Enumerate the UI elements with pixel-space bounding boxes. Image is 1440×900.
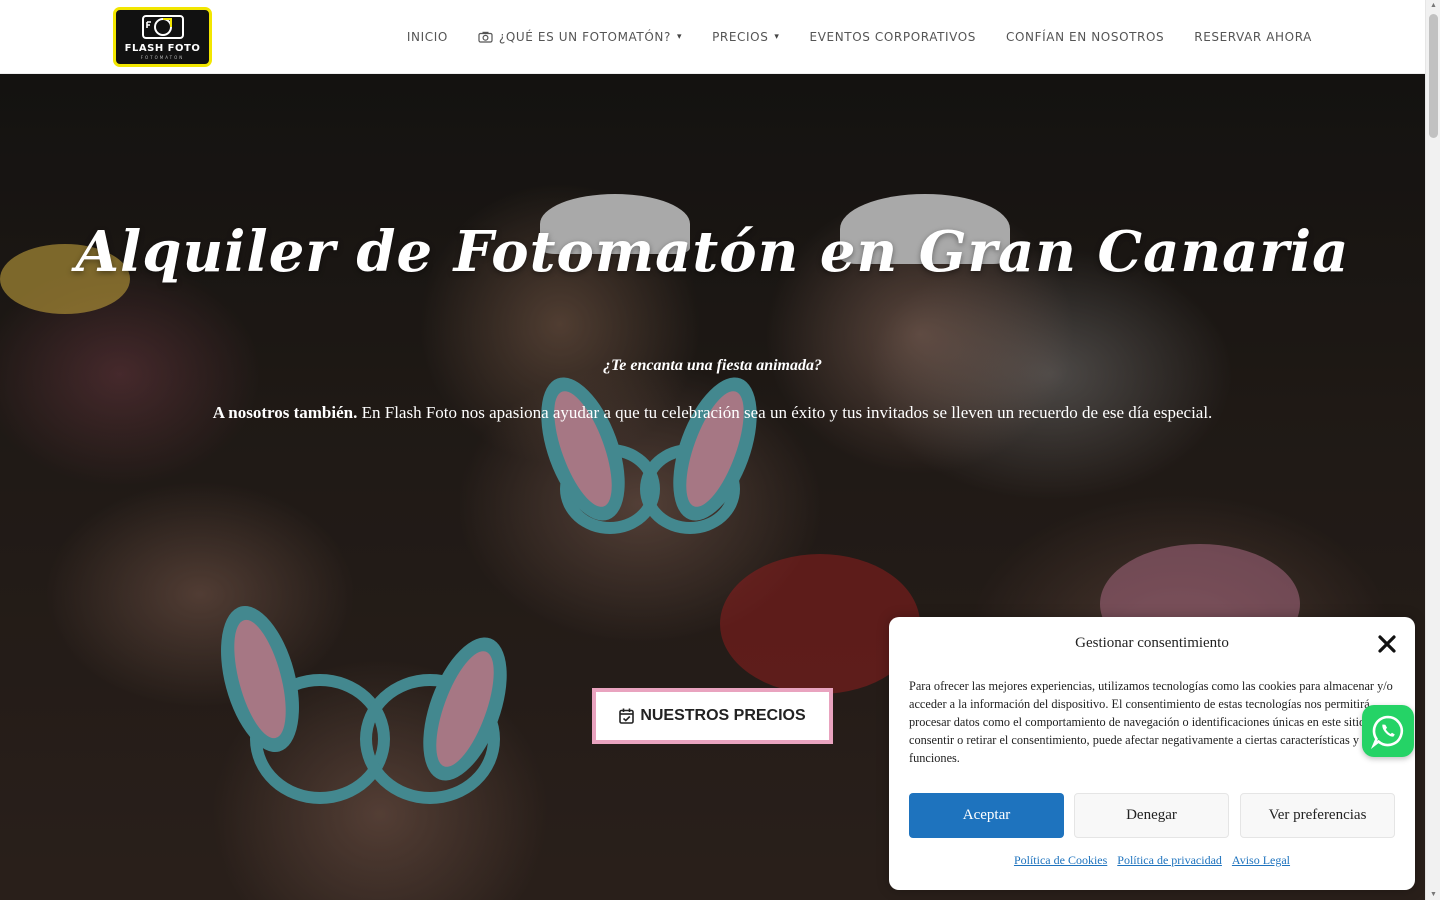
nav-label: ¿QUÉ ES UN FOTOMATÓN? xyxy=(498,30,671,44)
cookie-consent-dialog: Gestionar consentimiento Para ofrecer la… xyxy=(889,617,1415,890)
nav-item-eventos[interactable]: EVENTOS CORPORATIVOS xyxy=(810,30,976,44)
scrollbar-thumb[interactable] xyxy=(1429,14,1438,138)
legal-notice-link[interactable]: Aviso Legal xyxy=(1232,853,1290,868)
accept-button[interactable]: Aceptar xyxy=(909,793,1064,838)
camera-icon xyxy=(478,31,493,43)
whatsapp-icon xyxy=(1370,715,1404,749)
cookie-policy-link[interactable]: Política de Cookies xyxy=(1014,853,1107,868)
nav-label: PRECIOS xyxy=(712,30,769,44)
camera-logo-icon xyxy=(141,15,184,39)
main-nav: INICIO ¿QUÉ ES UN FOTOMATÓN? ▾ PRECIOS ▾… xyxy=(377,0,1312,74)
nav-item-confian[interactable]: CONFÍAN EN NOSOTROS xyxy=(1006,30,1164,44)
logo-subtext: FOTOMATON xyxy=(140,55,185,60)
calendar-check-icon xyxy=(619,708,635,724)
hero-intro-bold: A nosotros también. xyxy=(212,403,358,422)
view-preferences-button[interactable]: Ver preferencias xyxy=(1240,793,1395,838)
page-scrollbar[interactable]: ▲ ▼ xyxy=(1425,0,1440,900)
nav-item-que-es[interactable]: ¿QUÉ ES UN FOTOMATÓN? ▾ xyxy=(478,30,682,44)
logo-text: FLASH FOTO xyxy=(124,43,201,54)
nav-item-inicio[interactable]: INICIO xyxy=(407,30,448,44)
nav-label: CONFÍAN EN NOSOTROS xyxy=(1006,30,1165,44)
nav-item-precios[interactable]: PRECIOS ▾ xyxy=(712,30,779,44)
hero-title: Alquiler de Fotomatón en Gran Canaria xyxy=(75,219,1350,285)
chevron-down-icon: ▾ xyxy=(676,32,683,42)
consent-links: Política de Cookies Política de privacid… xyxy=(889,853,1415,868)
chevron-down-icon: ▾ xyxy=(774,32,780,42)
consent-title: Gestionar consentimiento xyxy=(1075,635,1229,651)
cta-label: NUESTROS PRECIOS xyxy=(640,707,806,724)
site-logo[interactable]: FLASH FOTO FOTOMATON xyxy=(113,7,212,67)
site-header: FLASH FOTO FOTOMATON INICIO ¿QUÉ ES UN F… xyxy=(0,0,1425,74)
hero-intro: A nosotros también. En Flash Foto nos ap… xyxy=(0,403,1425,423)
scroll-down-arrow-icon[interactable]: ▼ xyxy=(1429,891,1438,898)
whatsapp-button[interactable] xyxy=(1362,705,1414,757)
nav-label: EVENTOS CORPORATIVOS xyxy=(809,30,977,44)
nav-label: INICIO xyxy=(406,30,448,44)
nav-label: RESERVAR AHORA xyxy=(1194,30,1312,44)
hero-intro-rest: En Flash Foto nos apasiona ayudar a que … xyxy=(357,403,1213,422)
consent-body: Para ofrecer las mejores experiencias, u… xyxy=(909,679,1393,765)
scroll-up-arrow-icon[interactable]: ▲ xyxy=(1429,2,1438,9)
close-icon[interactable] xyxy=(1377,634,1397,654)
privacy-policy-link[interactable]: Política de privacidad xyxy=(1117,853,1222,868)
nav-item-reservar[interactable]: RESERVAR AHORA xyxy=(1194,30,1312,44)
nuestros-precios-button[interactable]: NUESTROS PRECIOS xyxy=(592,688,833,744)
hero-question: ¿Te encanta una fiesta animada? xyxy=(603,357,822,374)
deny-button[interactable]: Denegar xyxy=(1074,793,1229,838)
